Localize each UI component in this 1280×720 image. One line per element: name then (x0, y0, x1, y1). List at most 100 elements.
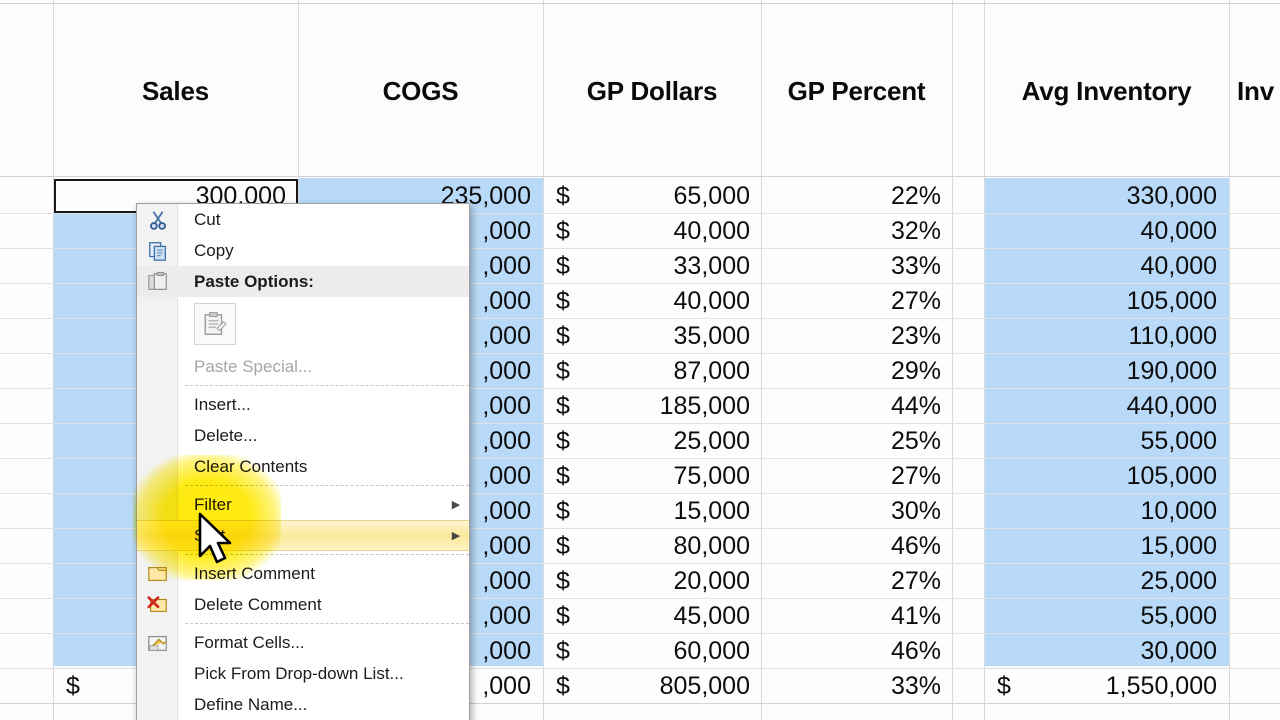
cell-gp-percent[interactable]: 27% (761, 564, 941, 599)
context-menu-item-pick-from-dropdown-list[interactable]: Pick From Drop-down List... (137, 658, 469, 689)
cell-gp-dollars[interactable]: 45,000 (600, 599, 750, 634)
context-menu-label: Paste Options: (194, 271, 314, 291)
context-menu-item-delete[interactable]: Delete... (137, 420, 469, 451)
context-menu-separator (185, 485, 469, 486)
cell-gp-dollars-currency: $ (556, 217, 570, 245)
cell-gp-percent[interactable]: 25% (761, 424, 941, 459)
cell-gp-dollars-currency: $ (556, 427, 570, 455)
insert-comment-icon (148, 566, 167, 581)
cell-gp-dollars[interactable]: 20,000 (600, 564, 750, 599)
clipboard-paste-icon (204, 312, 227, 335)
grid-vline (952, 0, 953, 720)
context-menu-label: Clear Contents (194, 456, 308, 476)
cell-total-gp-dollars[interactable]: 805,000 (600, 669, 750, 704)
paste-button[interactable] (194, 303, 236, 345)
column-header-sales[interactable]: Sales (53, 71, 298, 111)
cell-total-gp-dollars-currency[interactable]: $ (556, 669, 586, 704)
cell-gp-dollars-currency: $ (556, 602, 570, 630)
cell-avg-inventory[interactable]: 190,000 (985, 354, 1217, 389)
cell-gp-dollars-currency: $ (556, 357, 570, 385)
grid-hline (0, 3, 1280, 4)
cell-avg-inventory[interactable]: 105,000 (985, 459, 1217, 494)
context-menu-item-define-name[interactable]: Define Name... (137, 689, 469, 720)
context-menu-item-paste-special: Paste Special... (137, 351, 469, 382)
cell-avg-inventory[interactable]: 40,000 (985, 249, 1217, 284)
cell-gp-percent[interactable]: 44% (761, 389, 941, 424)
context-menu-item-filter[interactable]: Filter ▶ (137, 489, 469, 520)
cell-context-menu[interactable]: Cut Copy Paste Options: Paste Special...… (136, 203, 470, 720)
cell-gp-dollars-currency: $ (556, 567, 570, 595)
cell-gp-dollars[interactable]: 15,000 (600, 494, 750, 529)
column-header-cogs[interactable]: COGS (298, 71, 543, 111)
chevron-right-icon: ▶ (451, 530, 461, 542)
cell-total-avg-inventory[interactable]: 1,550,000 (985, 669, 1217, 704)
cell-gp-dollars[interactable]: 60,000 (600, 634, 750, 669)
format-cells-icon (148, 635, 167, 651)
cell-gp-percent[interactable]: 27% (761, 284, 941, 319)
cell-avg-inventory[interactable]: 330,000 (985, 179, 1217, 214)
grid-vline (1229, 0, 1230, 720)
delete-comment-icon (147, 595, 167, 612)
cell-gp-percent[interactable]: 23% (761, 319, 941, 354)
cell-total-sales-currency[interactable]: $ (66, 669, 106, 704)
column-header-gp-dollars[interactable]: GP Dollars (543, 71, 761, 111)
cell-gp-percent[interactable]: 32% (761, 214, 941, 249)
spreadsheet-canvas[interactable]: Sales COGS GP Dollars GP Percent Avg Inv… (0, 0, 1280, 720)
cell-gp-dollars[interactable]: 87,000 (600, 354, 750, 389)
cell-avg-inventory[interactable]: 15,000 (985, 529, 1217, 564)
cell-gp-dollars[interactable]: 25,000 (600, 424, 750, 459)
cell-gp-percent[interactable]: 29% (761, 354, 941, 389)
cell-gp-percent[interactable]: 30% (761, 494, 941, 529)
context-menu-label: Paste Special... (194, 356, 313, 376)
cell-gp-dollars-currency: $ (556, 287, 570, 315)
mouse-cursor (198, 512, 232, 564)
cell-gp-percent[interactable]: 27% (761, 459, 941, 494)
chevron-right-icon: ▶ (451, 499, 461, 511)
cell-gp-dollars-currency: $ (556, 392, 570, 420)
cell-gp-dollars-currency: $ (556, 322, 570, 350)
cell-gp-percent[interactable]: 33% (761, 249, 941, 284)
cell-gp-dollars[interactable]: 80,000 (600, 529, 750, 564)
cell-gp-dollars[interactable]: 185,000 (600, 389, 750, 424)
context-menu-item-paste-options: Paste Options: (137, 266, 469, 297)
cell-gp-dollars[interactable]: 65,000 (600, 179, 750, 214)
cell-gp-dollars[interactable]: 75,000 (600, 459, 750, 494)
cell-gp-percent[interactable]: 46% (761, 529, 941, 564)
context-menu-label: Delete Comment (194, 594, 322, 614)
cell-avg-inventory[interactable]: 110,000 (985, 319, 1217, 354)
cell-gp-dollars-currency: $ (556, 637, 570, 665)
cell-gp-dollars[interactable]: 35,000 (600, 319, 750, 354)
context-menu-label: Copy (194, 240, 234, 260)
paste-options-buttons (137, 297, 469, 351)
cell-avg-inventory[interactable]: 25,000 (985, 564, 1217, 599)
context-menu-item-format-cells[interactable]: Format Cells... (137, 627, 469, 658)
cell-gp-dollars-currency: $ (556, 532, 570, 560)
cell-avg-inventory[interactable]: 40,000 (985, 214, 1217, 249)
column-header-gp-percent[interactable]: GP Percent (761, 71, 952, 111)
cell-avg-inventory[interactable]: 105,000 (985, 284, 1217, 319)
cell-gp-dollars-currency: $ (556, 252, 570, 280)
context-menu-item-clear-contents[interactable]: Clear Contents (137, 451, 469, 482)
context-menu-item-insert-comment[interactable]: Insert Comment (137, 558, 469, 589)
column-header-avg-inventory[interactable]: Avg Inventory (984, 71, 1229, 111)
context-menu-item-sort[interactable]: Sort ▶ (137, 520, 469, 551)
context-menu-item-copy[interactable]: Copy (137, 235, 469, 266)
cell-gp-percent[interactable]: 41% (761, 599, 941, 634)
cell-avg-inventory[interactable]: 55,000 (985, 424, 1217, 459)
cell-gp-percent[interactable]: 46% (761, 634, 941, 669)
context-menu-item-cut[interactable]: Cut (137, 204, 469, 235)
column-header-inv[interactable]: Inv (1237, 71, 1280, 111)
cell-gp-percent[interactable]: 22% (761, 179, 941, 214)
cell-gp-dollars[interactable]: 33,000 (600, 249, 750, 284)
context-menu-separator (185, 623, 469, 624)
cell-avg-inventory[interactable]: 30,000 (985, 634, 1217, 669)
cell-avg-inventory[interactable]: 10,000 (985, 494, 1217, 529)
context-menu-item-delete-comment[interactable]: Delete Comment (137, 589, 469, 620)
cell-avg-inventory[interactable]: 55,000 (985, 599, 1217, 634)
context-menu-item-insert[interactable]: Insert... (137, 389, 469, 420)
cell-gp-dollars[interactable]: 40,000 (600, 214, 750, 249)
context-menu-label: Insert... (194, 394, 251, 414)
cell-avg-inventory[interactable]: 440,000 (985, 389, 1217, 424)
cell-gp-dollars[interactable]: 40,000 (600, 284, 750, 319)
cell-total-gp-percent[interactable]: 33% (761, 669, 941, 704)
